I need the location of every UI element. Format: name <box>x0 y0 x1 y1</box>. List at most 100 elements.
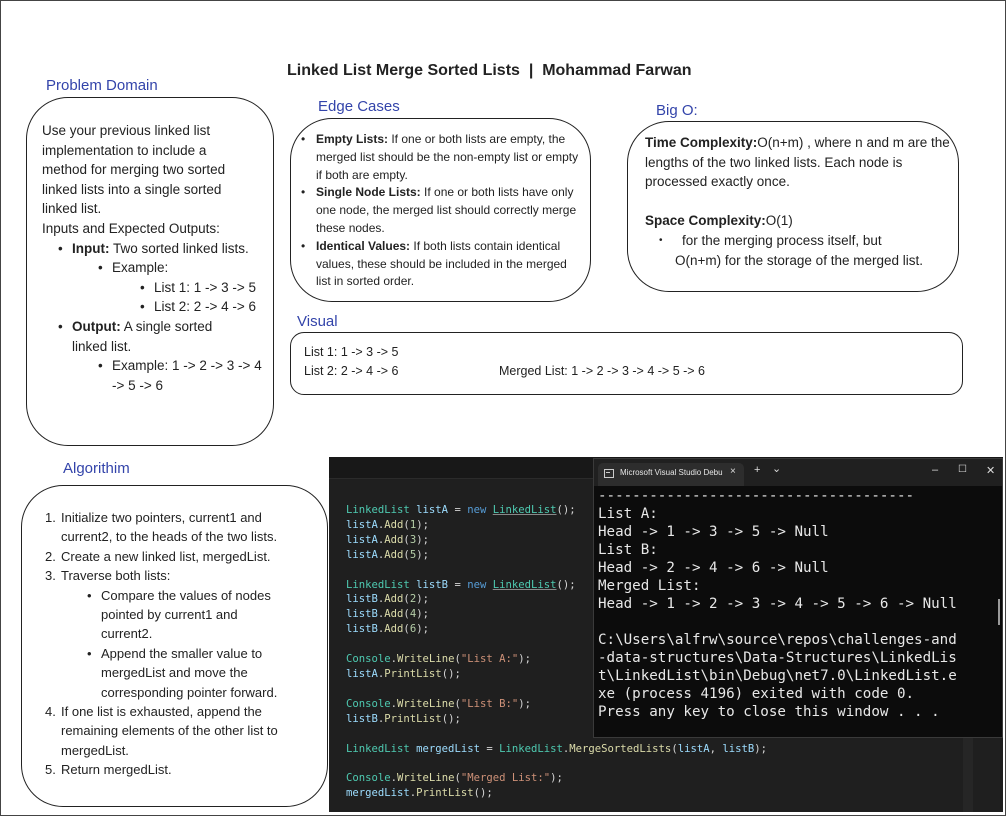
pd-example-list2: List 2: 2 -> 4 -> 6 <box>154 299 257 315</box>
algorithm-step: 2. Create a new linked list, mergedList. <box>45 547 335 566</box>
space-complexity-value: O(1) <box>765 213 793 229</box>
algorithm-step: 1. Initialize two pointers, current1 and <box>45 508 335 527</box>
console-line: xe (process 4196) exited with code 0. <box>598 686 915 702</box>
edge-case-item: • Empty Lists: If one or both lists are e… <box>301 132 579 182</box>
algorithm-step-text: mergedList. <box>61 742 129 758</box>
algorithm-step-text: remaining elements of the other list to <box>61 723 278 739</box>
algorithm-label: Algorithim <box>63 460 130 477</box>
algorithm-step-text: mergedList and move the <box>101 665 248 681</box>
algorithm-step-marker: 3. <box>45 568 56 584</box>
console-line: List A: <box>598 506 658 522</box>
console-line: Merged List: <box>598 578 701 594</box>
time-complexity: Time Complexity:O(n+m) , where n and m a… <box>645 133 950 192</box>
edge-case-title: Empty Lists: <box>316 132 389 146</box>
algorithm-step: • Append the smaller value to <box>45 644 335 663</box>
algorithm-step-text: If one list is exhausted, append the <box>61 704 262 720</box>
console-line: Head -> 2 -> 4 -> 6 -> Null <box>598 560 829 576</box>
visual-list1: List 1: 1 -> 3 -> 5 <box>304 345 399 359</box>
tab-dropdown-icon[interactable]: ⌄ <box>772 462 781 475</box>
algorithm-step-text: Initialize two pointers, current1 and <box>61 510 262 525</box>
pd-intro-line: linked lists into a single sorted <box>42 181 222 197</box>
algorithm-step-text: corresponding pointer forward. <box>101 684 278 700</box>
edge-cases-list: • Empty Lists: If one or both lists are e… <box>301 131 583 291</box>
algorithm-step-text: Compare the values of nodes <box>101 587 271 603</box>
algorithm-step-marker: • <box>87 587 92 603</box>
pd-intro-line: linked list. <box>42 201 102 217</box>
pd-output-text: A single sorted <box>120 318 213 334</box>
algorithm-step: pointed by current1 and <box>45 605 335 624</box>
console-titlebar[interactable]: Microsoft Visual Studio Debu × + ⌄ – ☐ ✕ <box>594 459 1002 486</box>
console-window[interactable]: Microsoft Visual Studio Debu × + ⌄ – ☐ ✕… <box>593 458 1003 738</box>
console-line: List B: <box>598 542 658 558</box>
pd-output-example-row: • Example: 1 -> 2 -> 3 -> 4 <box>98 358 262 374</box>
maximize-button[interactable]: ☐ <box>958 464 967 475</box>
algorithm-step: 3. Traverse both lists: <box>45 566 335 585</box>
edge-cases-label: Edge Cases <box>318 98 400 115</box>
edge-case-title: Identical Values: <box>316 238 411 253</box>
algorithm-step-text: Append the smaller value to <box>101 645 263 661</box>
console-tab[interactable]: Microsoft Visual Studio Debu × <box>598 463 744 486</box>
minimize-button[interactable]: – <box>932 464 938 476</box>
algorithm-step-text: Traverse both lists: <box>61 568 171 584</box>
algorithm-step: remaining elements of the other list to <box>45 721 335 740</box>
pd-output-text2: linked list. <box>72 338 132 354</box>
console-output: ------------------------------------- Lis… <box>598 487 957 721</box>
visual-label: Visual <box>297 313 338 330</box>
visual-merged: Merged List: 1 -> 2 -> 3 -> 4 -> 5 -> 6 <box>499 364 706 378</box>
terminal-icon <box>604 469 614 478</box>
code-line: Console.WriteLine("Merged List:"); <box>346 772 563 785</box>
pd-example-row: • Example: <box>98 260 169 276</box>
pd-output-example2: -> 5 -> 6 <box>112 377 164 393</box>
algorithm-step: mergedList and move the <box>45 663 335 682</box>
console-line: t\LinkedList\bin\Debug\net7.0\LinkedList… <box>598 668 957 684</box>
algorithm-step: current2, to the heads of the two lists. <box>45 527 335 546</box>
close-button[interactable]: ✕ <box>986 464 995 477</box>
code-line: LinkedList mergedList = LinkedList.Merge… <box>346 742 768 755</box>
console-line: -data-structures\Data-Structures\LinkedL… <box>598 650 957 666</box>
pd-io-heading: Inputs and Expected Outputs: <box>42 220 220 236</box>
algorithm-step-text: Return mergedList. <box>61 762 172 778</box>
console-line: ------------------------------------- <box>598 488 915 504</box>
edge-case-title: Single Node Lists: <box>316 185 421 200</box>
algorithm-step: 4. If one list is exhausted, append the <box>45 702 335 721</box>
pd-example-list1: List 1: 1 -> 3 -> 5 <box>154 279 257 295</box>
whiteboard-page: Linked List Merge Sorted Lists | Mohamma… <box>0 0 1006 816</box>
algorithm-step: 5. Return mergedList. <box>45 760 335 779</box>
console-scrollbar[interactable] <box>998 599 1000 625</box>
problem-domain-text: Use your previous linked list implementa… <box>42 121 274 395</box>
algorithm-step-text: current2. <box>101 626 153 642</box>
pd-input-text: Two sorted linked lists. <box>109 240 249 256</box>
big-o-label: Big O: <box>656 102 698 119</box>
algorithm-step-marker: 1. <box>45 510 56 525</box>
space-complexity: Space Complexity:O(1) <box>645 211 950 231</box>
code-line: mergedList.PrintList(); <box>346 787 493 800</box>
algorithm-step-marker: 4. <box>45 704 56 720</box>
pd-input-bold: Input: <box>72 240 110 256</box>
new-tab-button[interactable]: + <box>754 464 760 476</box>
pd-input-row: • Input: Two sorted linked lists. <box>58 240 249 256</box>
algorithm-step: mergedList. <box>45 741 335 760</box>
algorithm-step: current2. <box>45 624 335 643</box>
pd-intro-line: method for merging two sorted <box>42 162 226 178</box>
algorithm-step-marker: 2. <box>45 548 56 564</box>
space-complexity-label: Space Complexity: <box>645 213 766 229</box>
pd-intro-line: Use your previous linked list <box>42 123 211 138</box>
algorithm-step-marker: • <box>87 645 92 661</box>
tab-close-icon[interactable]: × <box>730 466 736 477</box>
console-tab-title: Microsoft Visual Studio Debu <box>620 468 723 477</box>
edge-case-item: • Single Node Lists: If one or both lists… <box>301 185 577 235</box>
console-line: Head -> 1 -> 3 -> 5 -> Null <box>598 524 829 540</box>
pd-intro-line: implementation to include a <box>42 142 207 158</box>
console-line: Head -> 1 -> 2 -> 3 -> 4 -> 5 -> 6 -> Nu… <box>598 596 957 612</box>
pd-output-example1: Example: 1 -> 2 -> 3 -> 4 <box>112 358 262 374</box>
visual-list2: List 2: 2 -> 4 -> 6 <box>304 364 399 378</box>
space-bullet-line2: O(n+m) for the storage of the merged lis… <box>675 252 923 268</box>
algorithm-step-marker: 5. <box>45 762 56 778</box>
algorithm-step-text: current2, to the heads of the two lists. <box>61 529 278 545</box>
algorithm-step-text: pointed by current1 and <box>101 607 238 623</box>
algorithm-step: corresponding pointer forward. <box>45 683 335 702</box>
console-line: C:\Users\alfrw\source\repos\challenges-a… <box>598 632 957 648</box>
pd-example-label: Example: <box>112 260 169 276</box>
page-title: Linked List Merge Sorted Lists | Mohamma… <box>287 62 692 79</box>
